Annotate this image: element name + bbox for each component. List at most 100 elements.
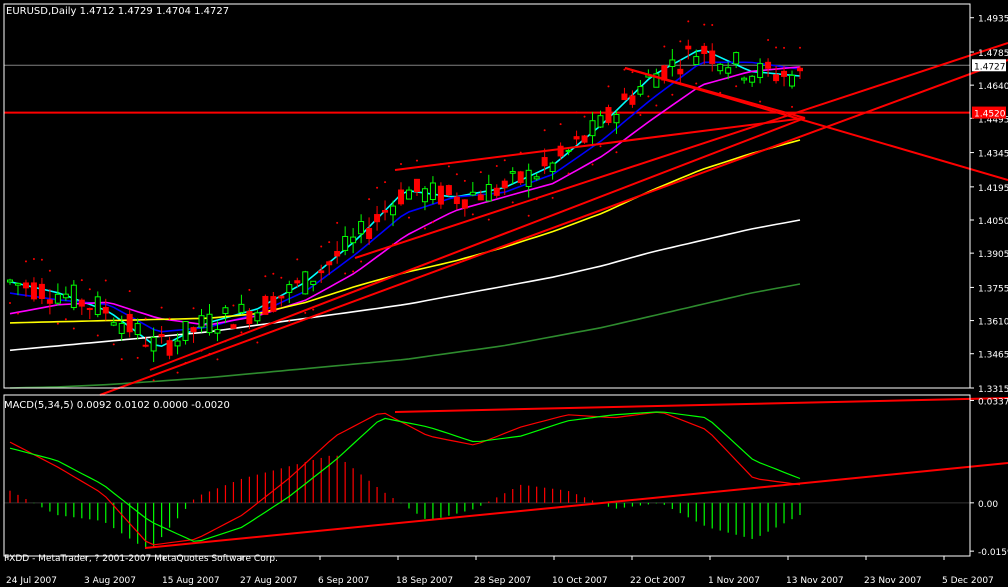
- date-label: 10 Oct 2007: [552, 576, 608, 586]
- sar-dot: [384, 181, 387, 184]
- sar-dot: [216, 358, 219, 361]
- sar-dot: [112, 343, 115, 346]
- price-tick-label: 1.3315: [978, 385, 1008, 395]
- sar-dot: [296, 258, 299, 261]
- sar-dot: [64, 318, 67, 321]
- candle-body: [517, 171, 524, 184]
- sar-dot: [671, 93, 674, 96]
- sar-dot: [16, 312, 19, 315]
- sar-dot: [783, 46, 786, 49]
- date-label: 5 Dec 2007: [942, 576, 994, 586]
- candle-body: [701, 45, 708, 55]
- sar-dot: [288, 320, 291, 323]
- sar-dot: [312, 308, 315, 311]
- sar-dot: [104, 279, 107, 282]
- candle-body: [94, 296, 101, 316]
- sar-dot: [80, 279, 83, 282]
- price-panel[interactable]: [4, 20, 1008, 396]
- candle-body: [453, 196, 460, 205]
- sar-dot: [631, 71, 634, 74]
- sar-dot: [415, 159, 418, 162]
- candle-body: [429, 182, 436, 201]
- price-tick-label: 1.4785: [978, 49, 1008, 59]
- sar-dot: [120, 358, 123, 361]
- candle-body: [613, 113, 620, 124]
- candle-body: [38, 283, 45, 299]
- sar-dot: [152, 379, 155, 382]
- sar-dot: [455, 173, 458, 176]
- sar-dot: [791, 105, 794, 108]
- candle-body: [150, 336, 157, 352]
- sar-dot: [192, 307, 195, 310]
- sar-dot: [168, 317, 171, 320]
- sar-dot: [407, 216, 410, 219]
- price-tick-label: 1.3905: [978, 250, 1008, 260]
- price-tick-label: 1.3755: [978, 284, 1008, 294]
- copyright-footer: FXDD - MetaTrader, ? 2001-2007 MetaQuote…: [4, 554, 278, 564]
- date-label: 22 Oct 2007: [630, 576, 686, 586]
- sar-dot: [615, 151, 618, 154]
- sar-dot: [447, 165, 450, 168]
- sar-dot: [775, 46, 778, 49]
- sar-dot: [543, 129, 546, 132]
- macd-tick-label: -0.0159: [978, 548, 1008, 558]
- candle-body: [605, 107, 612, 123]
- candle-body: [214, 329, 221, 334]
- symbol-info-label: EURUSD,Daily 1.4712 1.4729 1.4704 1.4727: [6, 6, 229, 17]
- candle-body: [629, 95, 636, 105]
- sar-dot: [711, 23, 714, 26]
- candle-body: [477, 194, 484, 201]
- candle-body: [525, 169, 532, 187]
- candle-body: [390, 205, 397, 216]
- candle-body: [589, 120, 596, 137]
- sar-dot: [160, 306, 163, 309]
- macd-trendline[interactable]: [394, 397, 1008, 413]
- candle-body: [22, 282, 29, 289]
- candle-body: [7, 279, 13, 283]
- sar-dot: [280, 276, 283, 279]
- candle-body: [310, 280, 317, 285]
- ma-blue-line: [9, 61, 801, 333]
- sar-dot: [479, 171, 482, 174]
- sar-dot: [759, 100, 762, 103]
- candle-body: [621, 93, 628, 101]
- sar-dot: [511, 201, 514, 204]
- trendline[interactable]: [149, 117, 806, 371]
- candle-body: [318, 270, 325, 274]
- sar-dot: [527, 214, 530, 217]
- sar-dot: [128, 290, 131, 293]
- sar-dot: [96, 334, 99, 337]
- sar-dot: [376, 186, 379, 189]
- candle-body: [685, 45, 692, 50]
- trendline[interactable]: [99, 59, 1008, 396]
- sar-dot: [400, 162, 403, 165]
- candle-body: [741, 77, 748, 81]
- candle-body: [469, 191, 476, 196]
- sar-dot: [144, 317, 147, 320]
- sar-dot: [360, 260, 363, 263]
- candle-body: [110, 322, 117, 326]
- date-label: 28 Sep 2007: [474, 576, 531, 586]
- price-tick-label: 1.4195: [978, 184, 1008, 194]
- sar-dot: [24, 260, 27, 263]
- ma-magenta-line: [9, 66, 801, 326]
- candle-body: [557, 145, 564, 157]
- candle-body: [142, 344, 149, 347]
- sar-dot: [591, 163, 594, 166]
- chart-canvas[interactable]: 1.49351.47851.46401.44951.43451.41951.40…: [0, 0, 1008, 587]
- price-tick-label: 1.3465: [978, 351, 1008, 361]
- candle-body: [398, 189, 405, 205]
- candle-body: [86, 307, 93, 310]
- candle-body: [190, 327, 197, 333]
- sar-dot: [607, 85, 610, 88]
- candle-body: [278, 295, 285, 299]
- sar-dot: [655, 104, 658, 107]
- macd-panel[interactable]: [4, 397, 1008, 549]
- candle-body: [182, 321, 189, 341]
- ma-yellow-line: [9, 139, 801, 324]
- candle-body: [350, 236, 357, 244]
- candle-body: [493, 187, 500, 196]
- candle-body: [421, 188, 428, 203]
- date-label: 15 Aug 2007: [162, 576, 220, 586]
- candle-body: [445, 185, 452, 196]
